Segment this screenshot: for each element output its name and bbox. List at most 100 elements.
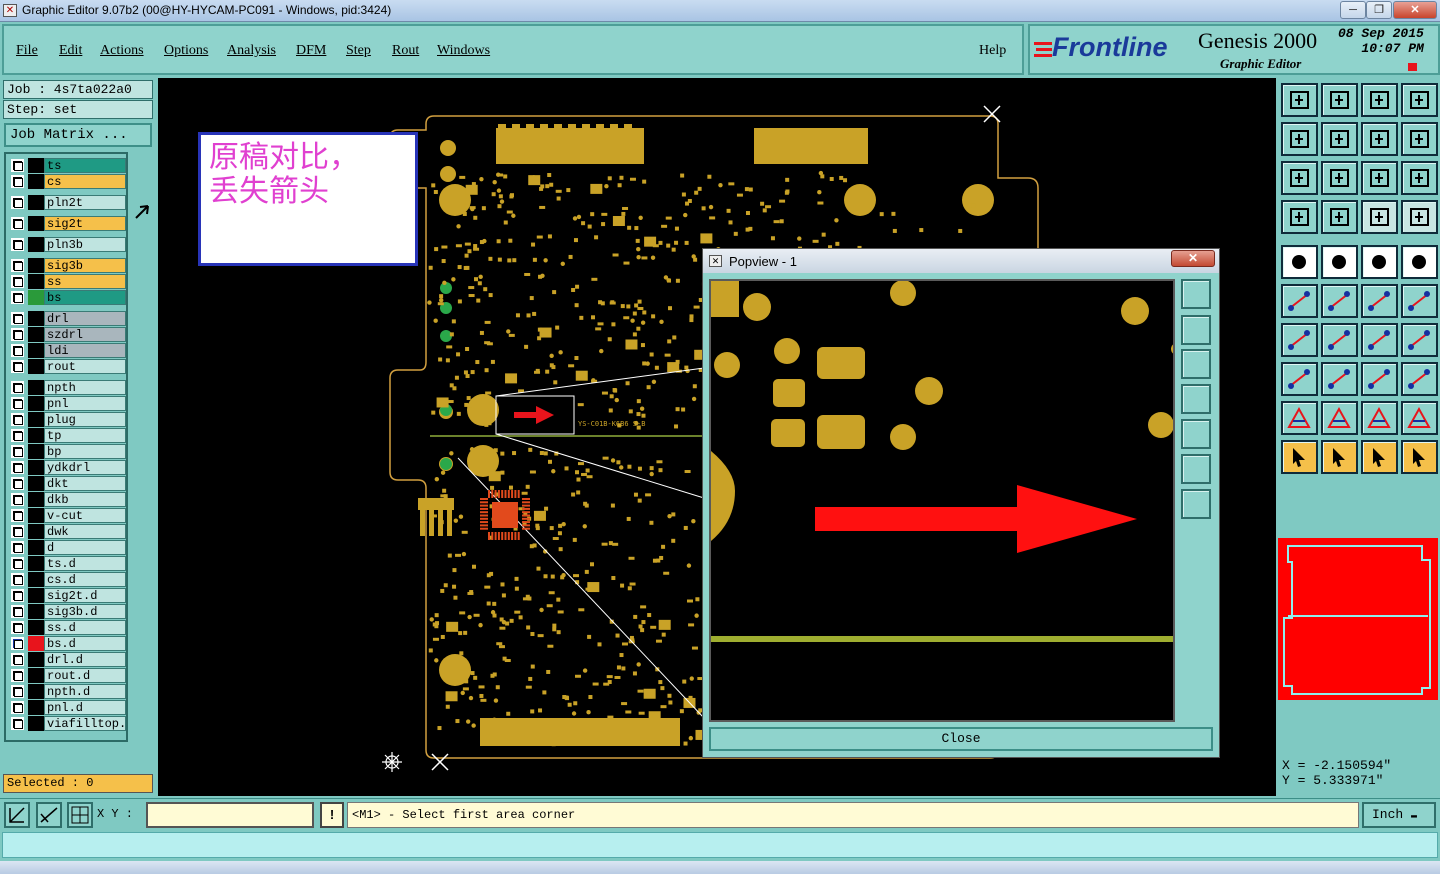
layer-checkbox[interactable] bbox=[11, 238, 24, 251]
layer-row-d[interactable]: d bbox=[8, 540, 127, 555]
layer-name[interactable]: pln3b bbox=[44, 237, 126, 252]
layer-checkbox[interactable] bbox=[11, 397, 24, 410]
layer-name[interactable]: bs bbox=[44, 290, 126, 305]
popview-zoom-home-button[interactable] bbox=[1181, 279, 1211, 309]
grid-icon[interactable] bbox=[67, 802, 93, 828]
layer-name[interactable]: ss bbox=[44, 274, 126, 289]
layer-name[interactable]: pnl.d bbox=[44, 700, 126, 715]
import-tool-icon[interactable] bbox=[1321, 83, 1358, 117]
undo-tool-icon[interactable] bbox=[1361, 323, 1398, 357]
layer-name[interactable]: dkb bbox=[44, 492, 126, 507]
layer-color-swatch[interactable] bbox=[28, 684, 44, 699]
layer-name[interactable]: sig2t.d bbox=[44, 588, 126, 603]
layer-checkbox[interactable] bbox=[11, 717, 24, 730]
layer-color-swatch[interactable] bbox=[28, 174, 44, 189]
menu-analysis[interactable]: Analysis bbox=[227, 43, 276, 59]
step-tool-icon[interactable] bbox=[1361, 122, 1398, 156]
layer-color-swatch[interactable] bbox=[28, 508, 44, 523]
layer-checkbox[interactable] bbox=[11, 509, 24, 522]
layer-row-rout[interactable]: rout bbox=[8, 359, 127, 374]
menu-windows[interactable]: Windows bbox=[437, 43, 490, 59]
layer-color-swatch[interactable] bbox=[28, 476, 44, 491]
layer-color-swatch[interactable] bbox=[28, 668, 44, 683]
popview-close-x-button[interactable]: ✕ bbox=[1171, 250, 1215, 267]
color-tool-icon[interactable] bbox=[1321, 245, 1358, 279]
grid-tool-icon[interactable] bbox=[1321, 200, 1358, 234]
angle-tool-icon[interactable] bbox=[1281, 323, 1318, 357]
layer-row-ts[interactable]: ts bbox=[8, 158, 127, 173]
layer-color-swatch[interactable] bbox=[28, 652, 44, 667]
layer-checkbox[interactable] bbox=[11, 701, 24, 714]
layer-row-tp[interactable]: tp bbox=[8, 428, 127, 443]
layer-row-drl[interactable]: drl bbox=[8, 311, 127, 326]
minus-tool-icon[interactable] bbox=[1321, 362, 1358, 396]
command-line[interactable] bbox=[2, 832, 1438, 858]
job-matrix-button[interactable]: Job Matrix ... bbox=[4, 123, 152, 147]
layer-color-swatch[interactable] bbox=[28, 327, 44, 342]
popview-pan-up-button[interactable] bbox=[1181, 315, 1211, 345]
layer-name[interactable]: dwk bbox=[44, 524, 126, 539]
layer-row-dkt[interactable]: dkt bbox=[8, 476, 127, 491]
layer-checkbox[interactable] bbox=[11, 445, 24, 458]
window-close-button[interactable]: ✕ bbox=[1393, 1, 1437, 19]
layer-name[interactable]: sig3b.d bbox=[44, 604, 126, 619]
layer-checkbox[interactable] bbox=[11, 541, 24, 554]
left-tool-icon[interactable] bbox=[1281, 122, 1318, 156]
layer-row-bs-d[interactable]: bs.d bbox=[8, 636, 127, 651]
layer-name[interactable]: ss.d bbox=[44, 620, 126, 635]
layer-row-npth[interactable]: npth bbox=[8, 380, 127, 395]
layer-checkbox[interactable] bbox=[11, 291, 24, 304]
tri3-tool-icon[interactable] bbox=[1361, 401, 1398, 435]
layer-color-swatch[interactable] bbox=[28, 428, 44, 443]
layer-checkbox[interactable] bbox=[11, 328, 24, 341]
tools-tool-icon[interactable] bbox=[1281, 200, 1318, 234]
menu-rout[interactable]: Rout bbox=[392, 43, 419, 59]
link-tool-icon[interactable] bbox=[1361, 284, 1398, 318]
layer-row-pln3b[interactable]: pln3b bbox=[8, 237, 127, 252]
layer-color-swatch[interactable] bbox=[28, 343, 44, 358]
layer-name[interactable]: ts bbox=[44, 158, 126, 173]
units-dropdown[interactable]: Inch ▬ bbox=[1362, 802, 1436, 828]
layer-color-swatch[interactable] bbox=[28, 588, 44, 603]
menu-file[interactable]: File bbox=[16, 43, 38, 59]
layer-row-viafilltop-d[interactable]: viafilltop.d bbox=[8, 716, 127, 731]
layer-name[interactable]: pln2t bbox=[44, 195, 126, 210]
layer-name[interactable]: szdrl bbox=[44, 327, 126, 342]
layer-name[interactable]: viafilltop.d bbox=[44, 716, 126, 731]
x-tool-icon[interactable] bbox=[1321, 284, 1358, 318]
xy-input[interactable] bbox=[146, 802, 314, 828]
layer-checkbox[interactable] bbox=[11, 653, 24, 666]
layer-color-swatch[interactable] bbox=[28, 216, 44, 231]
layer-row-pln2t[interactable]: pln2t bbox=[8, 195, 127, 210]
layer-row-szdrl[interactable]: szdrl bbox=[8, 327, 127, 342]
help-tool-icon[interactable] bbox=[1401, 161, 1438, 195]
layer-checkbox[interactable] bbox=[11, 669, 24, 682]
layer-name[interactable]: drl.d bbox=[44, 652, 126, 667]
tri4-tool-icon[interactable] bbox=[1401, 401, 1438, 435]
layer-checkbox[interactable] bbox=[11, 525, 24, 538]
layer-row-sig3b-d[interactable]: sig3b.d bbox=[8, 604, 127, 619]
layer-color-swatch[interactable] bbox=[28, 274, 44, 289]
layer-checkbox[interactable] bbox=[11, 175, 24, 188]
menu-step[interactable]: Step bbox=[346, 43, 371, 59]
layer-checkbox[interactable] bbox=[11, 461, 24, 474]
layer-row-ydkdrl[interactable]: ydkdrl bbox=[8, 460, 127, 475]
layer-checkbox[interactable] bbox=[11, 573, 24, 586]
export-tool-icon[interactable] bbox=[1281, 83, 1318, 117]
layer-name[interactable]: rout bbox=[44, 359, 126, 374]
tri2-tool-icon[interactable] bbox=[1321, 401, 1358, 435]
layer-row-npth-d[interactable]: npth.d bbox=[8, 684, 127, 699]
layer-checkbox[interactable] bbox=[11, 381, 24, 394]
pad-tool-icon[interactable] bbox=[1281, 362, 1318, 396]
layer-name[interactable]: bs.d bbox=[44, 636, 126, 651]
layer-checkbox[interactable] bbox=[11, 196, 24, 209]
flip-tool-icon[interactable] bbox=[1401, 323, 1438, 357]
link2-tool-icon[interactable] bbox=[1401, 284, 1438, 318]
layer-name[interactable]: npth bbox=[44, 380, 126, 395]
pointer3-tool-icon[interactable] bbox=[1361, 440, 1398, 474]
ruler-tool-icon[interactable] bbox=[1361, 245, 1398, 279]
message-icon-button[interactable]: ! bbox=[320, 802, 344, 828]
layer-checkbox[interactable] bbox=[11, 637, 24, 650]
layer-color-swatch[interactable] bbox=[28, 412, 44, 427]
layer-name[interactable]: drl bbox=[44, 311, 126, 326]
